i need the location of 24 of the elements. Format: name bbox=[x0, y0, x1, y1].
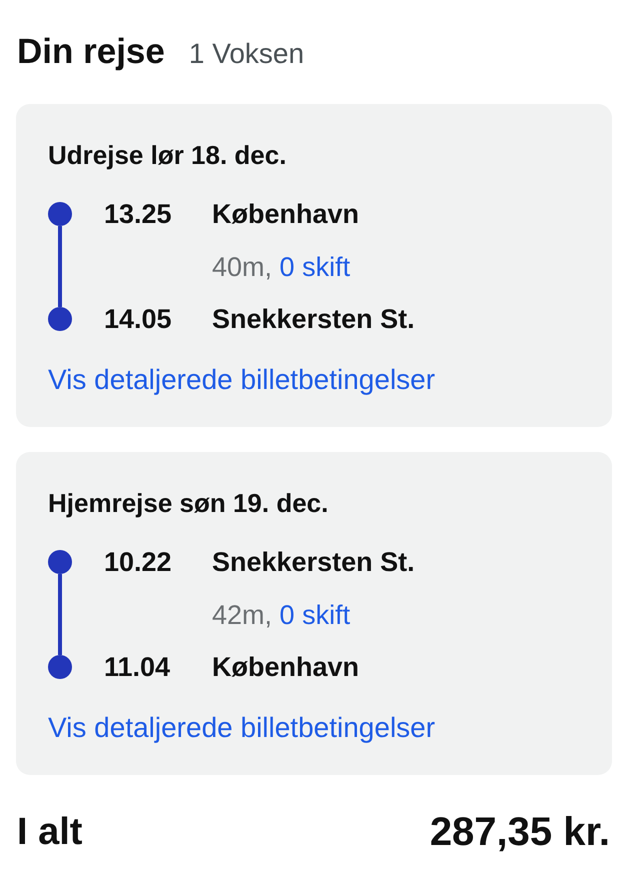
station-name: Snekkersten St. bbox=[212, 546, 416, 578]
stop-dot-icon bbox=[48, 307, 72, 331]
departure-time: 14.05 bbox=[104, 303, 173, 335]
journey-title: Udrejse lør 18. dec. bbox=[48, 139, 286, 171]
station-name: København bbox=[212, 651, 360, 683]
stop-dot-icon bbox=[48, 202, 72, 226]
ticket-conditions-link[interactable]: Vis detaljerede billetbetingelser bbox=[48, 712, 436, 744]
changes-link[interactable]: 0 skift bbox=[280, 600, 350, 630]
page-title: Din rejse bbox=[17, 32, 165, 72]
stop-dot-icon bbox=[48, 655, 72, 679]
station-name: Snekkersten St. bbox=[212, 303, 416, 335]
ticket-conditions-link[interactable]: Vis detaljerede billetbetingelser bbox=[48, 364, 436, 396]
duration-text: 40m, 0 skift bbox=[212, 250, 350, 282]
total-label: I alt bbox=[17, 810, 82, 854]
stop-dot-icon bbox=[48, 550, 72, 574]
passenger-count: 1 Voksen bbox=[188, 37, 304, 71]
departure-time: 13.25 bbox=[104, 198, 173, 230]
duration-text: 42m, 0 skift bbox=[212, 598, 350, 630]
journey-title: Hjemrejse søn 19. dec. bbox=[48, 487, 328, 519]
total-amount: 287,35 kr. bbox=[430, 810, 610, 854]
changes-link[interactable]: 0 skift bbox=[280, 252, 350, 282]
departure-time: 10.22 bbox=[104, 546, 173, 578]
station-name: København bbox=[212, 198, 360, 230]
departure-time: 11.04 bbox=[104, 651, 172, 683]
